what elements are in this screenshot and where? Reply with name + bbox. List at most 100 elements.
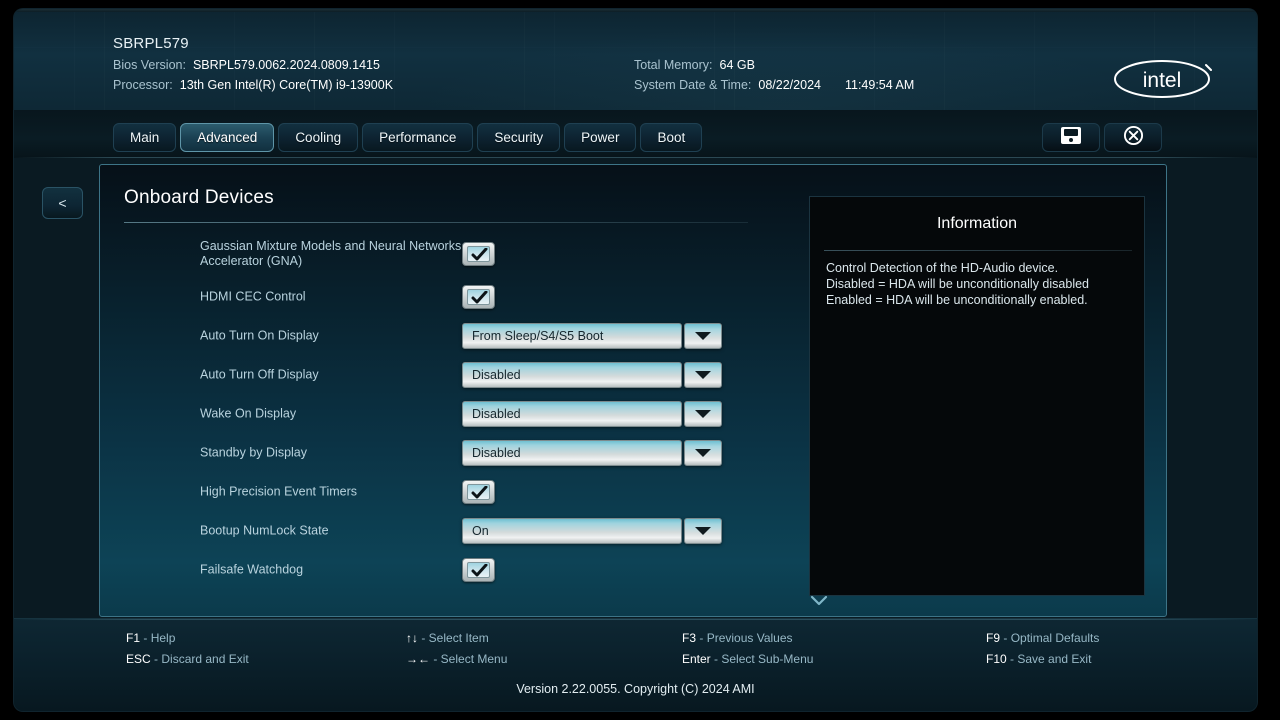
dropdown: From Sleep/S4/S5 Boot [462, 322, 722, 349]
key-desc: - Select Sub-Menu [714, 652, 814, 666]
intel-logo-icon: intel [1112, 57, 1212, 101]
chevron-down-icon [695, 526, 711, 535]
key-name: ↑↓ [406, 631, 418, 645]
dropdown-value[interactable]: Disabled [462, 400, 682, 427]
dropdown-toggle-button[interactable] [684, 517, 722, 544]
tab-main[interactable]: Main [113, 123, 177, 152]
tab-power[interactable]: Power [564, 123, 637, 152]
save-button[interactable] [1042, 123, 1100, 152]
auto-turn-off-display-dropdown[interactable]: Disabled [462, 361, 722, 388]
chevron-down-icon [695, 409, 711, 418]
bios-version-row: Bios Version: SBRPL579.0062.2024.0809.141… [113, 58, 380, 72]
tabs: Main Advanced Cooling Performance Securi… [113, 123, 706, 152]
key-hint-column: ↑↓ - Select Item →← - Select Menu [406, 628, 507, 670]
chevron-down-icon [695, 448, 711, 457]
checkbox-inner [467, 246, 490, 262]
chevron-down-icon [695, 370, 711, 379]
checkbox-frame [462, 242, 495, 266]
key-desc: - Optimal Defaults [1003, 631, 1100, 645]
setting-label: Auto Turn On Display [200, 328, 319, 342]
tab-bar: Main Advanced Cooling Performance Securi… [14, 110, 1257, 158]
key-name: F1 [126, 631, 141, 645]
system-datetime-label: System Date & Time: [634, 78, 752, 92]
setting-row-bootup-numlock-state: Bootup NumLock State On [100, 511, 800, 550]
tab-performance[interactable]: Performance [362, 123, 474, 152]
setting-label: Standby by Display [200, 445, 308, 459]
gna-checkbox[interactable] [462, 242, 495, 266]
dropdown-value[interactable]: On [462, 517, 682, 544]
check-icon [471, 485, 488, 498]
key-name: F9 [986, 631, 1001, 645]
dropdown-value[interactable]: From Sleep/S4/S5 Boot [462, 322, 682, 349]
key-hint-column: F3 - Previous Values Enter - Select Sub-… [682, 628, 813, 670]
checkbox-frame [462, 479, 495, 504]
setting-row-wake-on-display: Wake On Display Disabled [100, 394, 800, 433]
key-hint-column: F1 - Help ESC - Discard and Exit [126, 628, 249, 670]
setting-row-hdmi-cec: HDMI CEC Control [100, 277, 800, 316]
settings-rows: Gaussian Mixture Models and Neural Netwo… [100, 231, 800, 589]
failsafe-watchdog-checkbox[interactable] [462, 557, 495, 582]
dropdown-value[interactable]: Disabled [462, 439, 682, 466]
key-name: F10 [986, 652, 1007, 666]
auto-turn-on-display-dropdown[interactable]: From Sleep/S4/S5 Boot [462, 322, 722, 349]
system-time-value: 11:49:54 AM [844, 78, 915, 92]
chevron-down-icon [695, 331, 711, 340]
board-model: SBRPL579 [113, 35, 189, 52]
settings-panel: Onboard Devices Gaussian Mixture Models … [99, 164, 1167, 617]
setting-label: Auto Turn Off Display [200, 367, 319, 381]
tab-security[interactable]: Security [477, 123, 561, 152]
setting-row-gna: Gaussian Mixture Models and Neural Netwo… [100, 231, 800, 277]
dropdown: Disabled [462, 400, 722, 427]
key-hint: ↑↓ - Select Item [406, 628, 507, 649]
back-button[interactable]: < [42, 187, 83, 219]
bios-version-label: Bios Version: [113, 58, 186, 72]
processor-label: Processor: [113, 78, 173, 92]
key-hint: →← - Select Menu [406, 649, 507, 670]
checkbox-inner [467, 288, 490, 305]
setting-label: High Precision Event Timers [200, 484, 358, 498]
window-buttons [1042, 123, 1162, 152]
setting-label: Bootup NumLock State [200, 523, 329, 537]
svg-text:intel: intel [1143, 69, 1182, 92]
exit-button[interactable] [1104, 123, 1162, 152]
setting-row-auto-turn-on-display: Auto Turn On Display From Sleep/S4/S5 Bo… [100, 316, 800, 355]
key-name: ESC [126, 652, 151, 666]
key-hint: F3 - Previous Values [682, 628, 813, 649]
dropdown: Disabled [462, 361, 722, 388]
bootup-numlock-state-dropdown[interactable]: On [462, 517, 722, 544]
tab-cooling[interactable]: Cooling [278, 123, 359, 152]
page-title: Onboard Devices [124, 187, 274, 208]
header: SBRPL579 Bios Version: SBRPL579.0062.2024… [14, 9, 1257, 110]
information-title: Information [936, 215, 1018, 232]
floppy-disk-icon [1060, 126, 1082, 150]
processor-value: 13th Gen Intel(R) Core(TM) i9-13900K [179, 78, 394, 92]
key-hints: F1 - Help ESC - Discard and Exit ↑↓ - Se… [14, 628, 1257, 674]
total-memory-row: Total Memory: 64 GB [634, 58, 755, 72]
dropdown-toggle-button[interactable] [684, 361, 722, 388]
key-desc: - Select Item [421, 631, 489, 645]
tab-advanced[interactable]: Advanced [180, 123, 275, 152]
setting-label: Gaussian Mixture Models and Neural Netwo… [200, 239, 462, 268]
key-hint: Enter - Select Sub-Menu [682, 649, 813, 670]
key-name: Enter [682, 652, 711, 666]
dropdown-toggle-button[interactable] [684, 400, 722, 427]
system-date-value: 08/22/2024 [758, 78, 821, 92]
dropdown-toggle-button[interactable] [684, 322, 722, 349]
footer: F1 - Help ESC - Discard and Exit ↑↓ - Se… [14, 618, 1257, 711]
dropdown-value[interactable]: Disabled [462, 361, 682, 388]
key-desc: - Save and Exit [1010, 652, 1092, 666]
dropdown-toggle-button[interactable] [684, 439, 722, 466]
standby-by-display-dropdown[interactable]: Disabled [462, 439, 722, 466]
wake-on-display-dropdown[interactable]: Disabled [462, 400, 722, 427]
key-hint: F1 - Help [126, 628, 249, 649]
key-hint: F10 - Save and Exit [986, 649, 1099, 670]
checkbox-frame [462, 557, 495, 582]
tab-boot[interactable]: Boot [640, 123, 703, 152]
check-icon [471, 563, 488, 576]
information-body: Control Detection of the HD-Audio device… [826, 261, 1090, 307]
check-icon [471, 248, 488, 261]
hdmi-cec-checkbox[interactable] [462, 284, 495, 309]
hpet-checkbox[interactable] [462, 479, 495, 504]
total-memory-label: Total Memory: [634, 58, 713, 72]
key-name: F3 [682, 631, 697, 645]
